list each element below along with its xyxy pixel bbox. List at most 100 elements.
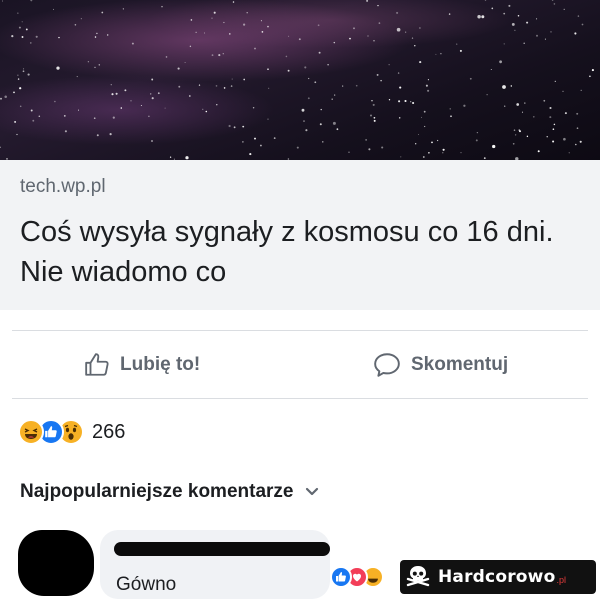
thumbs-up-icon	[85, 353, 109, 376]
star	[333, 41, 336, 44]
star	[342, 85, 344, 87]
star	[515, 134, 517, 136]
star	[576, 127, 579, 130]
star	[411, 37, 414, 39]
star	[35, 35, 38, 38]
star	[551, 0, 554, 1]
star	[96, 32, 98, 35]
star	[414, 45, 416, 47]
star	[422, 156, 425, 158]
star	[203, 32, 206, 34]
star	[223, 87, 226, 89]
like-button[interactable]: Lubię to!	[84, 350, 200, 380]
star	[399, 86, 402, 89]
comment-button[interactable]: Skomentuj	[373, 350, 508, 380]
star	[285, 55, 288, 58]
star	[106, 34, 109, 36]
star	[87, 61, 90, 63]
star	[185, 156, 189, 160]
star	[25, 28, 28, 31]
star	[511, 22, 515, 26]
star	[22, 70, 25, 73]
star	[490, 68, 492, 71]
star	[63, 114, 66, 117]
star	[242, 125, 245, 128]
star	[115, 92, 118, 95]
star	[17, 12, 19, 14]
star	[404, 99, 407, 103]
star	[502, 85, 506, 89]
star	[415, 143, 417, 145]
star	[553, 123, 556, 126]
star	[111, 93, 114, 96]
star	[521, 111, 524, 113]
star	[436, 139, 439, 142]
star	[29, 42, 32, 44]
star	[419, 61, 422, 64]
star	[331, 98, 333, 100]
star	[261, 31, 264, 33]
star	[30, 109, 33, 112]
star	[243, 78, 246, 81]
star	[301, 108, 305, 112]
star	[305, 129, 308, 132]
star	[120, 107, 123, 109]
star	[412, 101, 415, 105]
star	[475, 139, 478, 142]
star	[536, 34, 538, 37]
star	[513, 129, 516, 131]
star	[373, 116, 376, 119]
star	[562, 90, 564, 93]
star	[268, 87, 270, 89]
star	[14, 120, 17, 123]
star	[124, 89, 127, 92]
star	[388, 99, 391, 101]
star	[574, 32, 577, 35]
star	[228, 124, 231, 128]
link-headline[interactable]: Coś wysyła sygnały z kosmosu co 16 dni. …	[20, 212, 580, 292]
star	[397, 72, 400, 74]
star	[150, 93, 152, 95]
comment-avatar-redacted[interactable]	[18, 530, 94, 596]
star	[77, 109, 80, 111]
star	[249, 153, 252, 156]
comment-label: Skomentuj	[411, 354, 509, 375]
star	[1, 0, 4, 2]
star	[526, 135, 529, 138]
star	[400, 156, 402, 158]
reactions-summary[interactable]: 266	[18, 418, 125, 446]
star	[491, 7, 494, 10]
star	[371, 100, 373, 102]
star	[589, 75, 591, 78]
star	[198, 84, 201, 86]
star	[368, 148, 371, 151]
star	[332, 121, 336, 125]
star	[355, 84, 358, 87]
star	[334, 94, 336, 96]
star	[483, 157, 486, 159]
star	[222, 53, 224, 55]
star	[246, 11, 248, 14]
star	[512, 142, 515, 145]
link-preview-image[interactable]	[0, 0, 600, 160]
star	[21, 21, 23, 23]
star	[514, 29, 516, 31]
star	[396, 11, 399, 14]
star	[476, 131, 479, 134]
star	[215, 85, 218, 87]
star	[435, 53, 437, 55]
star	[553, 3, 556, 5]
comment-reactions[interactable]	[330, 566, 384, 588]
star	[314, 81, 317, 84]
star	[428, 151, 430, 154]
star	[211, 17, 213, 19]
comment-author-redacted[interactable]	[114, 542, 330, 556]
star	[27, 73, 30, 76]
comments-sort-dropdown[interactable]: Najpopularniejsze komentarze	[20, 481, 319, 503]
star	[424, 125, 426, 128]
star	[481, 15, 485, 19]
star	[348, 151, 350, 153]
star	[101, 11, 104, 14]
star	[591, 69, 594, 72]
star	[80, 18, 82, 20]
